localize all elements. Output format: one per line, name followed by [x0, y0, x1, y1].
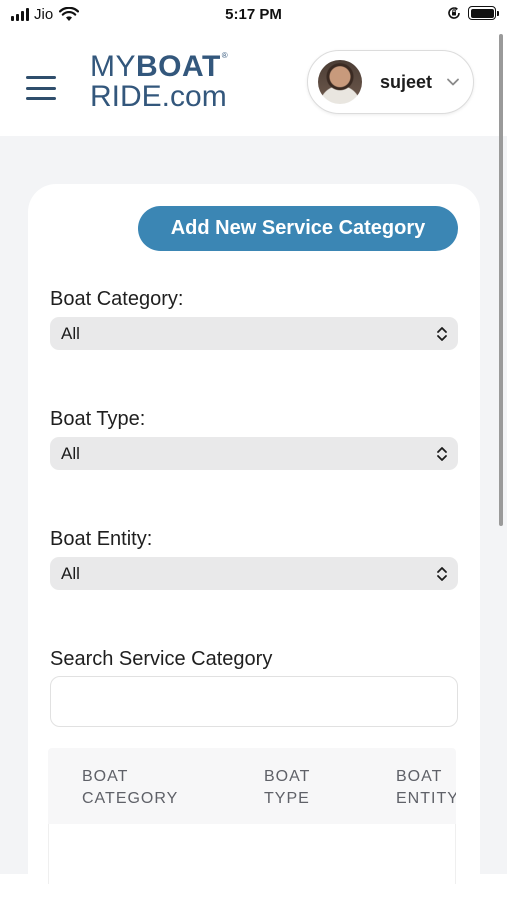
logo-boat: BOAT	[136, 50, 221, 83]
select-arrows-icon	[437, 447, 447, 461]
battery-icon	[468, 6, 499, 20]
boat-type-label: Boat Type:	[50, 408, 146, 430]
boat-category-select[interactable]: All	[50, 317, 458, 350]
scrollbar[interactable]	[499, 34, 503, 526]
avatar	[318, 60, 362, 104]
search-service-category-label: Search Service Category	[50, 648, 273, 670]
boat-entity-select[interactable]: All	[50, 557, 458, 590]
table-body	[48, 824, 456, 884]
user-menu-button[interactable]: sujeet	[307, 50, 474, 114]
status-time: 5:17 PM	[225, 6, 282, 23]
add-service-category-button[interactable]: Add New Service Category	[138, 206, 458, 251]
main-content: Add New Service Category Boat Category: …	[0, 136, 507, 900]
boat-type-value: All	[61, 444, 80, 463]
logo[interactable]: MYBOAT® RIDE.com	[90, 52, 228, 112]
status-bar: Jio 5:17 PM	[0, 0, 507, 30]
filter-card: Add New Service Category Boat Category: …	[28, 184, 480, 900]
orientation-lock-icon	[448, 7, 460, 19]
column-header-boat-entity[interactable]: BOAT ENTITY	[396, 766, 456, 810]
boat-type-select[interactable]: All	[50, 437, 458, 470]
menu-icon[interactable]	[26, 76, 56, 100]
status-right	[447, 6, 499, 20]
logo-registered-mark: ®	[221, 51, 229, 60]
logo-ride: RIDE.com	[90, 80, 227, 113]
select-arrows-icon	[437, 327, 447, 341]
logo-my: MY	[90, 50, 136, 83]
chevron-down-icon	[447, 78, 459, 86]
boat-category-value: All	[61, 324, 80, 343]
select-arrows-icon	[437, 567, 447, 581]
boat-entity-value: All	[61, 564, 80, 583]
table-header: BOAT CATEGORY BOAT TYPE BOAT ENTITY	[48, 748, 456, 824]
column-header-boat-type[interactable]: BOAT TYPE	[264, 766, 310, 810]
app-header: MYBOAT® RIDE.com sujeet	[0, 30, 507, 136]
user-name: sujeet	[380, 71, 433, 92]
boat-category-label: Boat Category:	[50, 288, 184, 310]
column-header-boat-category[interactable]: BOAT CATEGORY	[82, 766, 178, 810]
boat-entity-label: Boat Entity:	[50, 528, 153, 550]
search-service-category-input[interactable]	[50, 676, 458, 727]
